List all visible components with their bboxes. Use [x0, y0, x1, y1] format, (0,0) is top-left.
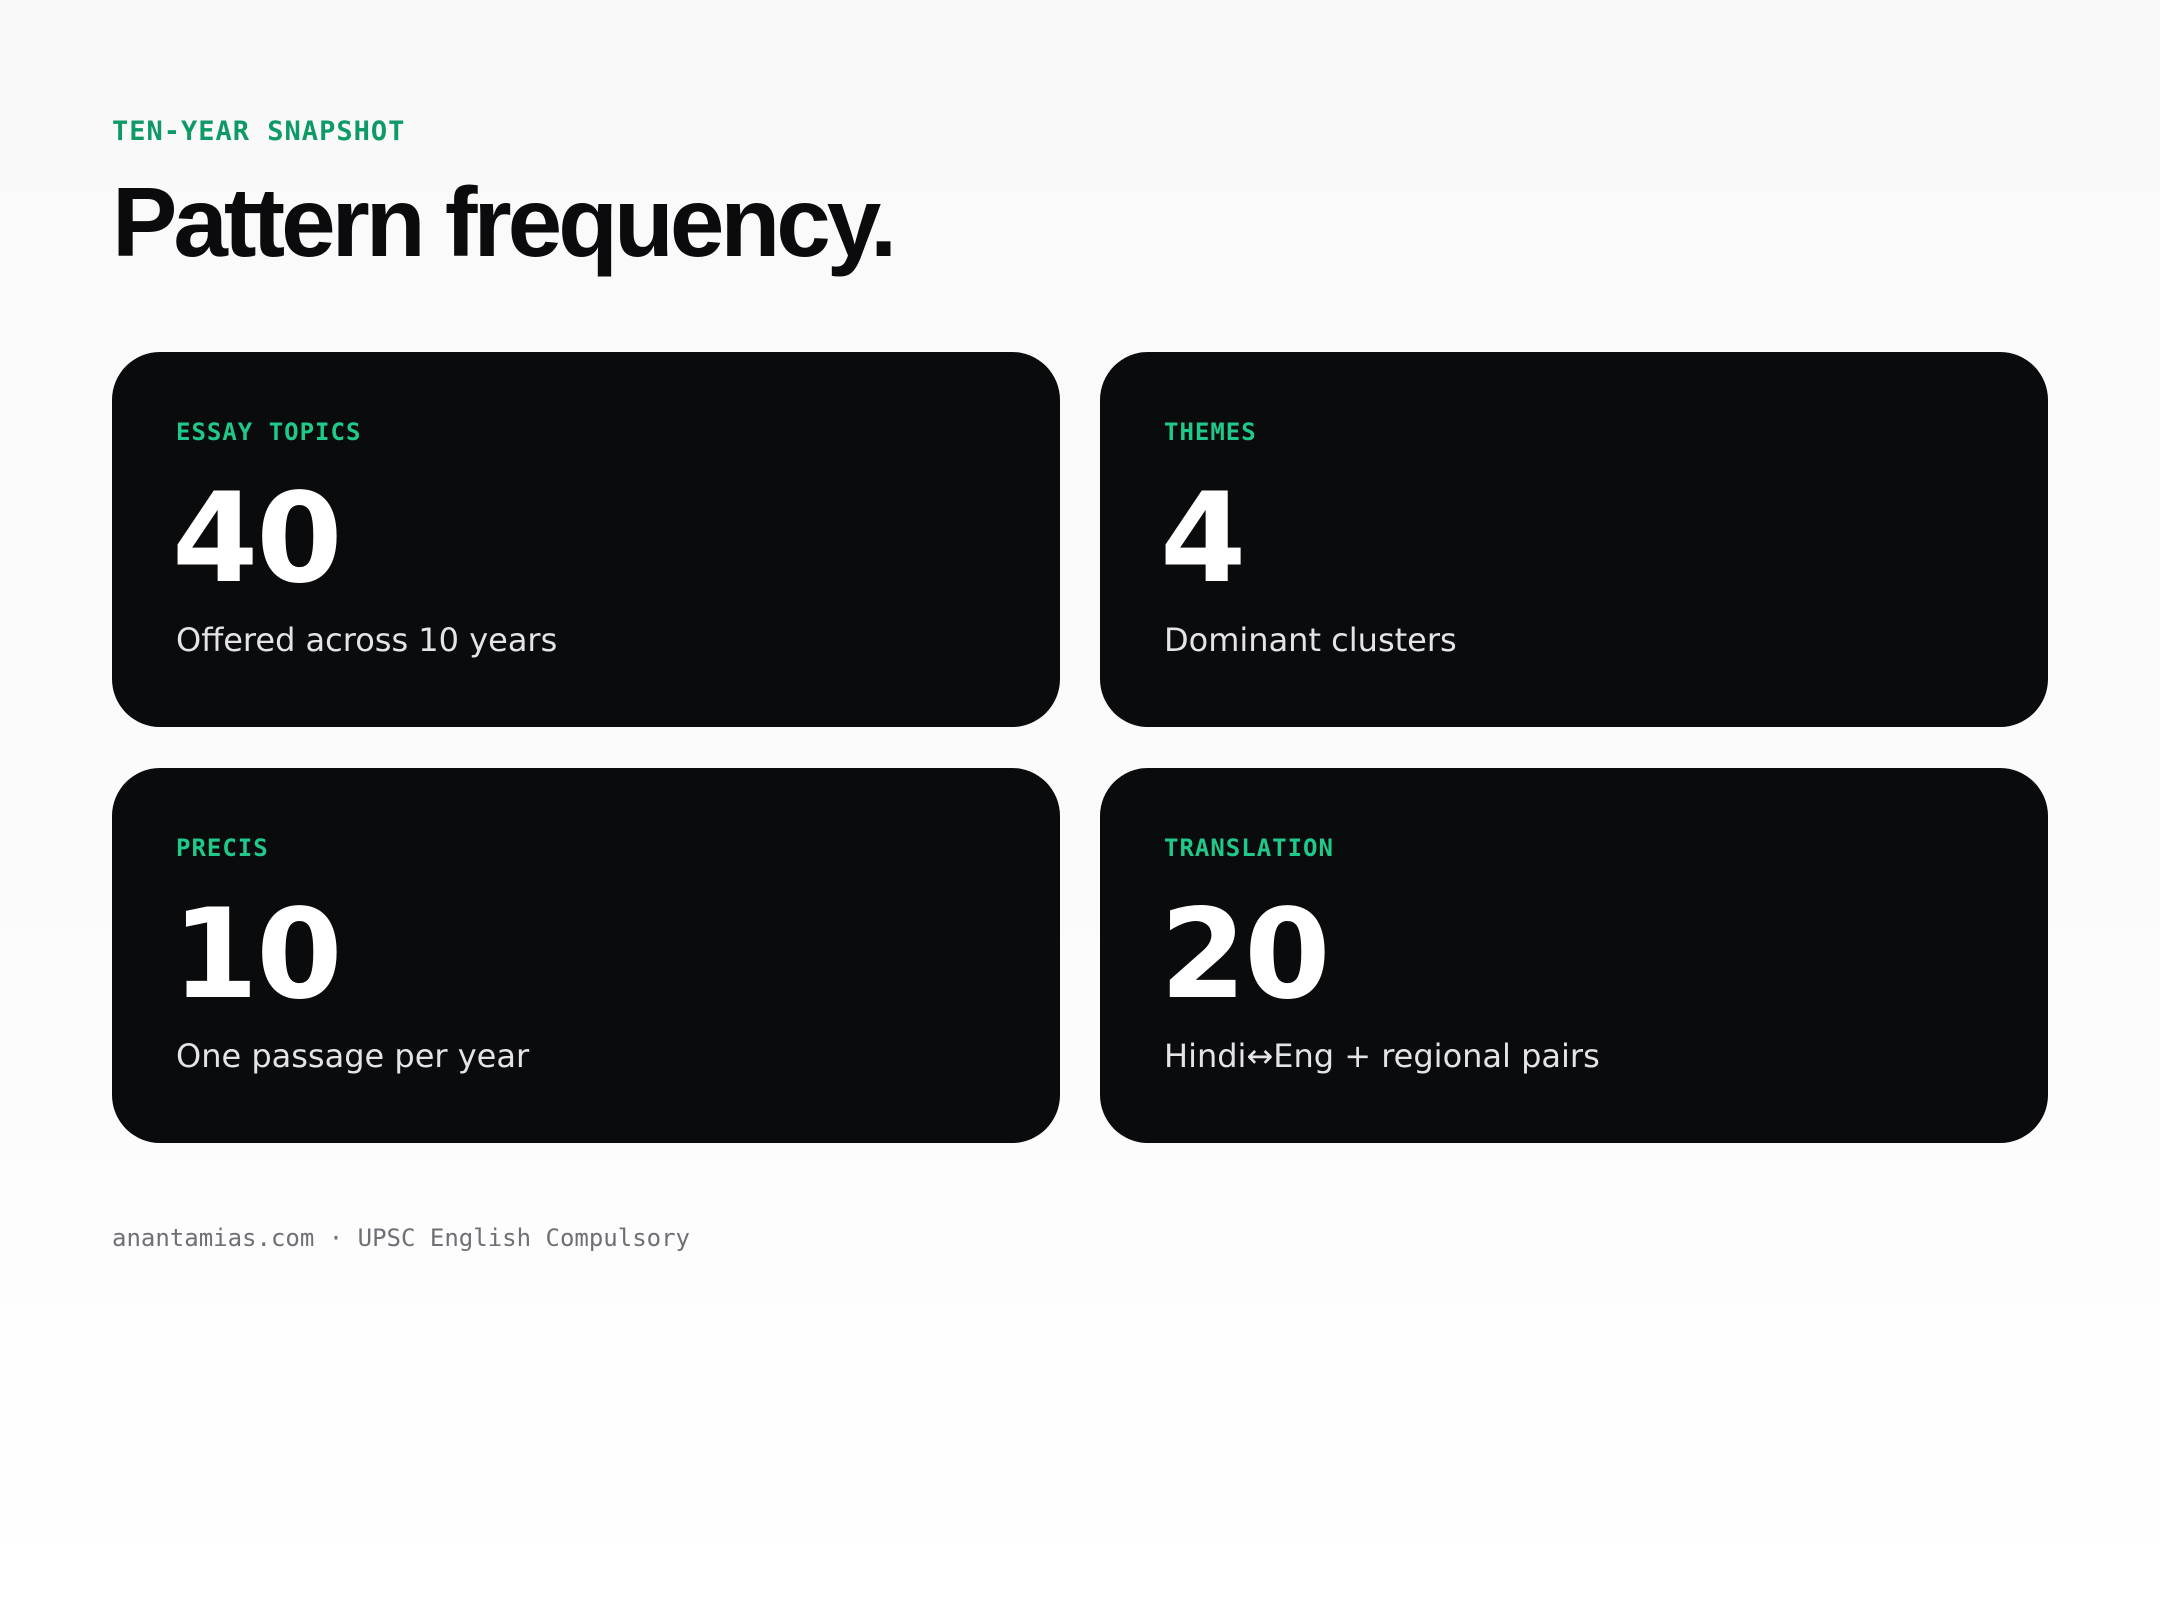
stat-card-label: PRECIS: [176, 834, 269, 862]
stat-card-value: 10: [172, 883, 343, 1027]
footer: anantamias.com · UPSC English Compulsory: [112, 1220, 690, 1256]
stat-card-label: ESSAY TOPICS: [176, 418, 362, 446]
stat-card-description: Dominant clusters: [1164, 621, 1457, 659]
stat-card-value: 20: [1160, 883, 1331, 1027]
stat-card-precis: PRECIS 10 One passage per year: [112, 768, 1060, 1143]
footer-separator: ·: [314, 1224, 358, 1252]
stat-card-translation: TRANSLATION 20 Hindi↔Eng + regional pair…: [1100, 768, 2048, 1143]
stats-grid: ESSAY TOPICS 40 Offered across 10 years …: [112, 352, 2048, 1143]
page-title: Pattern frequency.: [112, 167, 897, 277]
footer-site: anantamias.com: [112, 1224, 315, 1252]
stat-card-description: One passage per year: [176, 1037, 530, 1075]
stat-card-label: THEMES: [1164, 418, 1257, 446]
stat-card-themes: THEMES 4 Dominant clusters: [1100, 352, 2048, 727]
section-eyebrow: TEN-YEAR SNAPSHOT: [112, 116, 406, 147]
footer-subject: UPSC English Compulsory: [357, 1224, 690, 1252]
stat-card-value: 40: [172, 467, 343, 611]
stat-card-description: Offered across 10 years: [176, 621, 558, 659]
stat-card-label: TRANSLATION: [1164, 834, 1334, 862]
stat-card-essay-topics: ESSAY TOPICS 40 Offered across 10 years: [112, 352, 1060, 727]
page: TEN-YEAR SNAPSHOT Pattern frequency. ESS…: [0, 0, 2160, 1600]
stat-card-description: Hindi↔Eng + regional pairs: [1164, 1037, 1600, 1075]
stat-card-value: 4: [1160, 467, 1246, 611]
